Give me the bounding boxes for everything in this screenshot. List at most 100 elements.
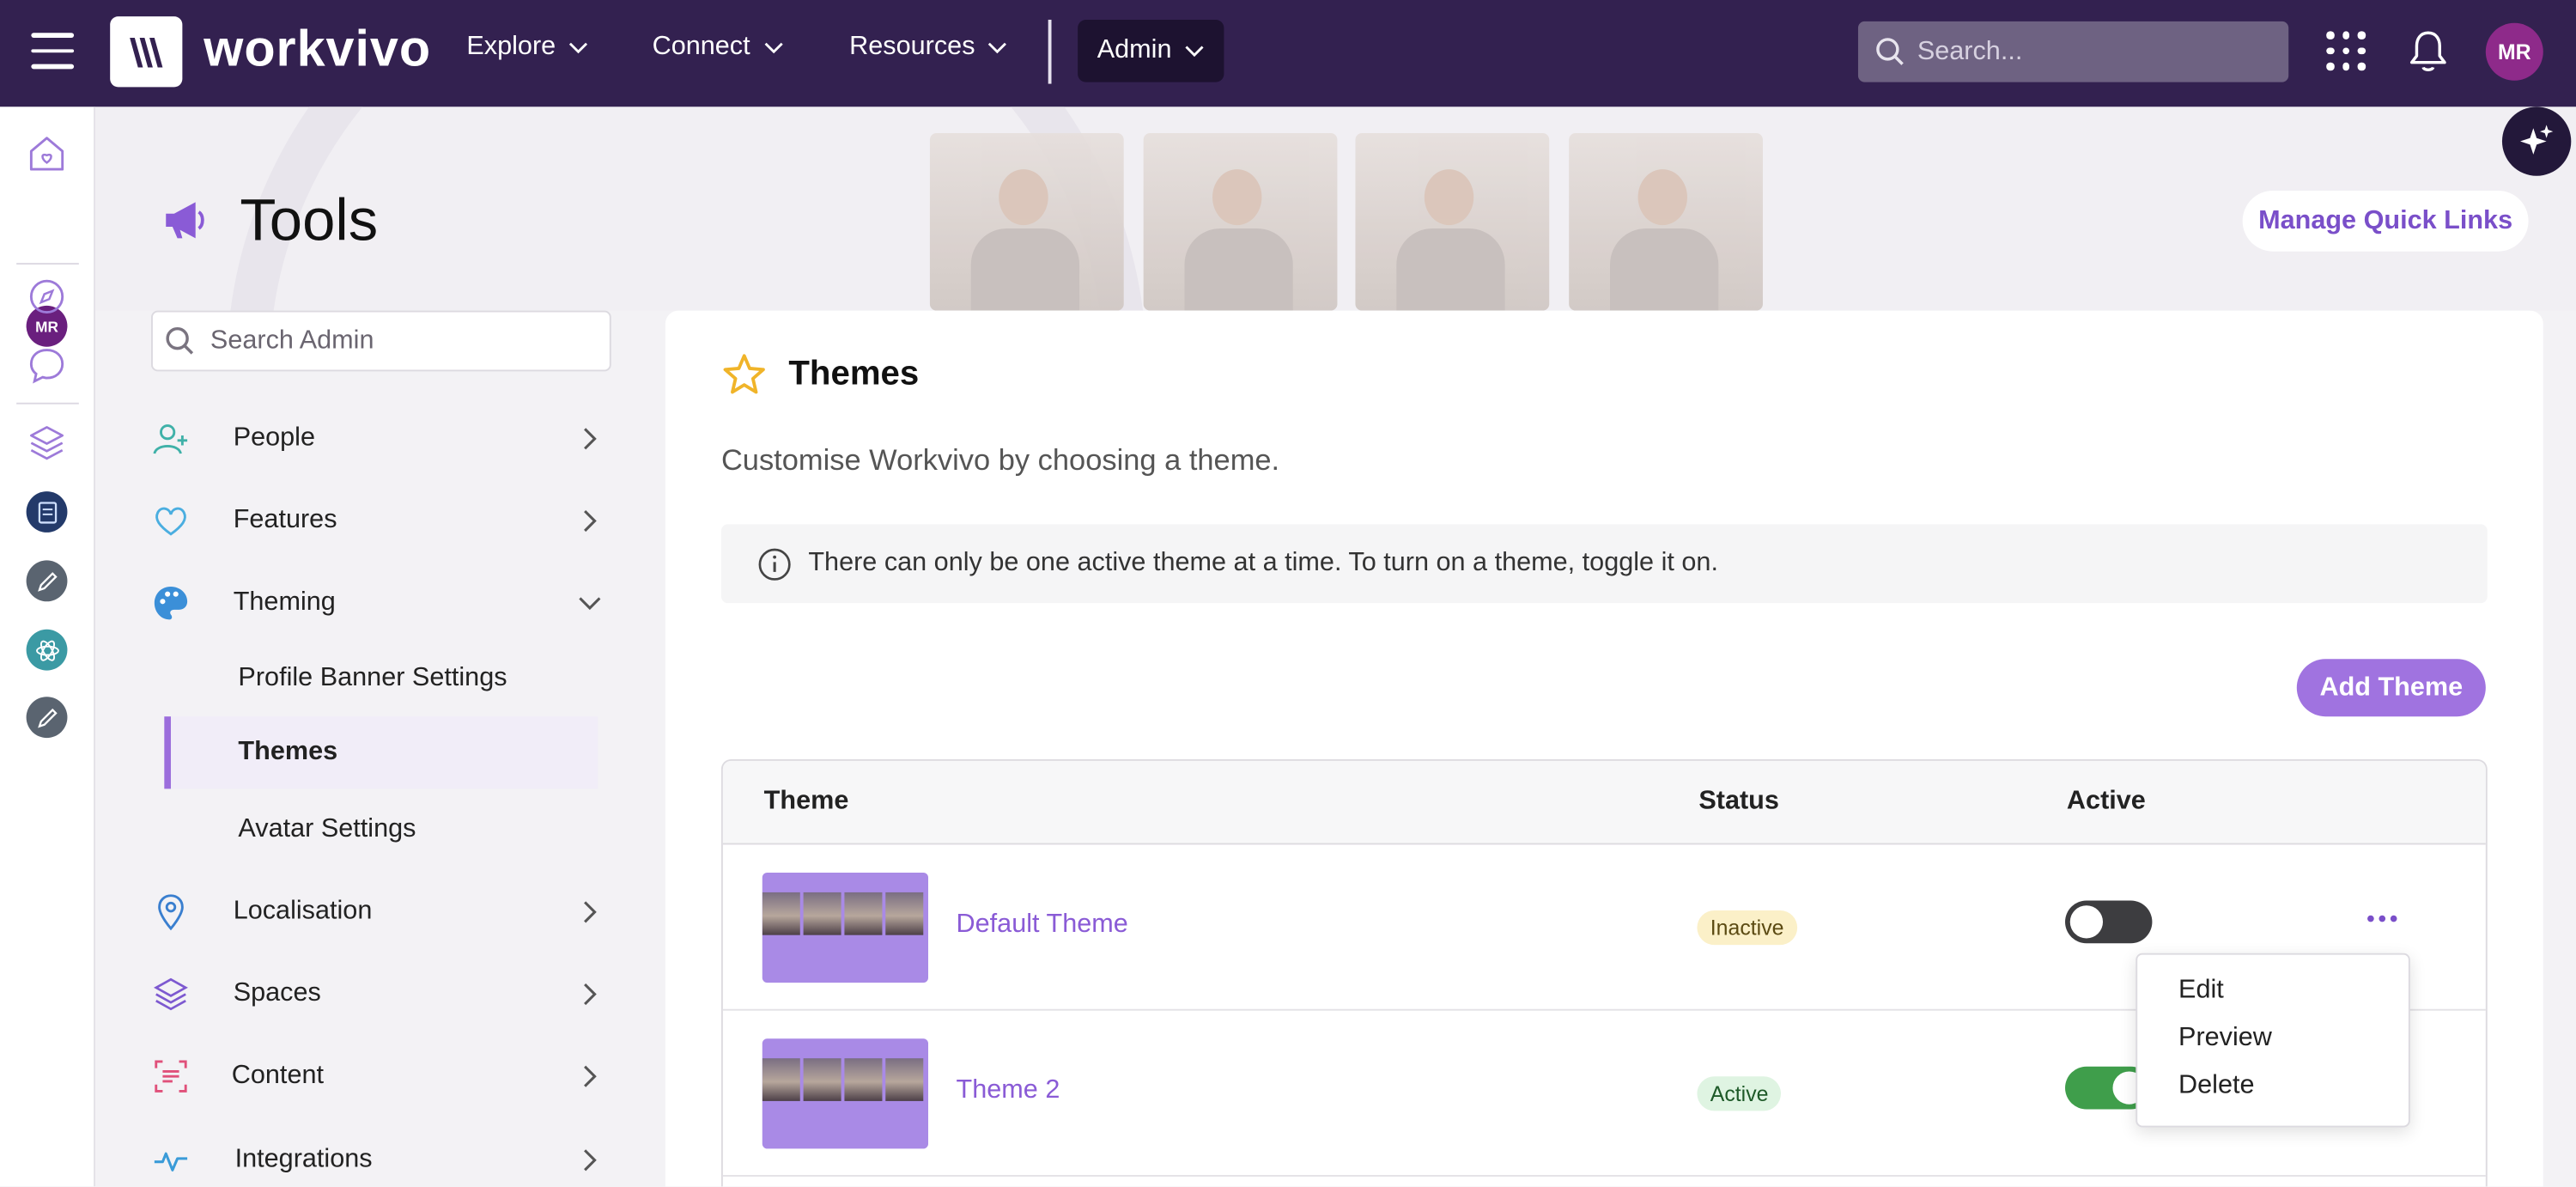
workvivo-logo-icon[interactable]	[110, 16, 183, 88]
add-person-icon	[153, 424, 188, 454]
chevron-down-icon	[569, 42, 588, 54]
nav-explore-label: Explore	[466, 33, 556, 61]
nav-resources-label: Resources	[849, 33, 975, 61]
section-description: Customise Workvivo by choosing a theme.	[720, 443, 1280, 477]
nav-connect-label: Connect	[652, 33, 750, 61]
top-bar: workvivo Explore Connect Resources Admin…	[0, 0, 2576, 107]
admin-search-placeholder: Search Admin	[210, 326, 374, 355]
sub-item-themes[interactable]: Themes	[164, 716, 598, 789]
user-avatar[interactable]: MR	[2485, 22, 2543, 81]
ai-sparkle-button[interactable]	[2501, 107, 2572, 176]
chevron-down-icon	[988, 42, 1007, 54]
admin-menu-integrations[interactable]: Integrations	[151, 1128, 611, 1187]
layers-icon[interactable]	[27, 423, 68, 464]
admin-menu-theming-label: Theming	[233, 587, 336, 617]
chevron-right-icon	[584, 509, 597, 533]
status-badge: Inactive	[1697, 910, 1797, 946]
admin-menu-theming[interactable]: Theming	[151, 570, 611, 636]
chevron-down-icon	[763, 42, 782, 54]
atom-badge-icon[interactable]	[26, 629, 68, 671]
page-banner	[94, 107, 2576, 311]
admin-menu-features[interactable]: Features	[151, 488, 611, 554]
manage-quick-links-button[interactable]: Manage Quick Links	[2242, 190, 2529, 252]
menu-item-edit[interactable]: Edit	[2178, 977, 2224, 1006]
column-header-status[interactable]: Status	[1698, 787, 1779, 816]
search-icon	[166, 326, 194, 355]
sparkle-icon	[2520, 125, 2554, 155]
content-scan-icon	[155, 1060, 187, 1093]
admin-menu-spaces[interactable]: Spaces	[151, 961, 611, 1027]
hamburger-menu-icon[interactable]	[31, 33, 75, 69]
heart-icon	[155, 507, 186, 536]
chevron-right-icon	[584, 1065, 597, 1087]
nav-connect[interactable]: Connect	[653, 33, 783, 62]
theme-thumbnail[interactable]	[762, 872, 929, 983]
row-actions-menu: Edit Preview Delete	[2136, 953, 2410, 1128]
palette-icon	[154, 587, 188, 620]
admin-menu-content[interactable]: Content	[151, 1044, 611, 1110]
theme-thumbnail[interactable]	[762, 1038, 929, 1149]
space-badge-icon[interactable]	[26, 491, 68, 533]
compass-icon[interactable]	[27, 276, 68, 317]
column-header-theme[interactable]: Theme	[764, 787, 849, 816]
nav-explore[interactable]: Explore	[466, 33, 588, 62]
rail-separator	[16, 263, 79, 265]
chat-icon[interactable]	[27, 345, 68, 387]
banner-photo	[1355, 132, 1550, 311]
megaphone-icon	[166, 202, 204, 239]
nav-resources[interactable]: Resources	[849, 33, 1008, 62]
status-badge: Active	[1697, 1076, 1782, 1111]
theme-name-link[interactable]: Theme 2	[957, 1076, 1060, 1105]
brand-name[interactable]: workvivo	[204, 20, 431, 79]
sub-item-avatar-settings[interactable]: Avatar Settings	[164, 794, 598, 866]
menu-item-preview[interactable]: Preview	[2178, 1024, 2272, 1053]
info-text: There can only be one active theme at a …	[808, 549, 1718, 577]
column-header-active[interactable]: Active	[2067, 787, 2146, 816]
home-icon[interactable]	[27, 133, 68, 174]
global-search-input[interactable]: Search...	[1857, 21, 2289, 82]
admin-label: Admin	[1097, 36, 1172, 64]
chevron-right-icon	[584, 428, 597, 450]
nav-divider	[1048, 19, 1052, 84]
add-theme-button[interactable]: Add Theme	[2296, 659, 2486, 717]
menu-item-delete[interactable]: Delete	[2178, 1071, 2254, 1100]
sub-item-profile-banner-settings[interactable]: Profile Banner Settings	[164, 642, 598, 715]
chevron-right-icon	[584, 901, 597, 923]
admin-menu-spaces-label: Spaces	[233, 979, 321, 1007]
layers-icon	[154, 977, 188, 1011]
banner-photo	[1143, 132, 1338, 311]
admin-menu-people-label: People	[233, 423, 316, 453]
chevron-down-icon	[1185, 46, 1204, 58]
edit-badge-icon-2[interactable]	[26, 697, 68, 739]
admin-menu-people[interactable]: People	[151, 406, 611, 472]
pulse-icon	[154, 1152, 188, 1172]
chevron-right-icon	[584, 983, 597, 1006]
location-pin-icon	[158, 894, 184, 931]
page-title: Tools	[240, 186, 379, 253]
admin-menu-localisation-label: Localisation	[233, 897, 373, 926]
admin-menu-content-label: Content	[231, 1061, 325, 1090]
theme-name-link[interactable]: Default Theme	[957, 910, 1128, 940]
info-icon	[758, 547, 791, 580]
banner-photo	[929, 132, 1124, 311]
admin-menu-button[interactable]: Admin	[1078, 19, 1224, 82]
admin-menu-integrations-label: Integrations	[234, 1145, 373, 1174]
global-search-placeholder: Search...	[1917, 37, 2023, 65]
admin-menu-localisation[interactable]: Localisation	[151, 880, 611, 946]
bell-icon[interactable]	[2407, 28, 2450, 75]
edit-badge-icon[interactable]	[26, 560, 68, 602]
chevron-down-icon	[579, 597, 601, 611]
apps-grid-icon[interactable]	[2326, 31, 2366, 70]
more-options-icon[interactable]	[2367, 915, 2397, 925]
search-icon	[1876, 38, 1904, 65]
admin-search-input[interactable]: Search Admin	[151, 310, 611, 372]
banner-photo	[1569, 132, 1763, 311]
active-toggle[interactable]	[2065, 900, 2153, 944]
section-title: Themes	[788, 355, 920, 393]
rail-separator	[16, 402, 79, 405]
admin-menu-features-label: Features	[233, 506, 337, 534]
info-banner: There can only be one active theme at a …	[720, 524, 2488, 604]
chevron-right-icon	[584, 1149, 597, 1172]
star-icon	[723, 354, 765, 394]
left-rail: MR	[0, 107, 95, 1187]
